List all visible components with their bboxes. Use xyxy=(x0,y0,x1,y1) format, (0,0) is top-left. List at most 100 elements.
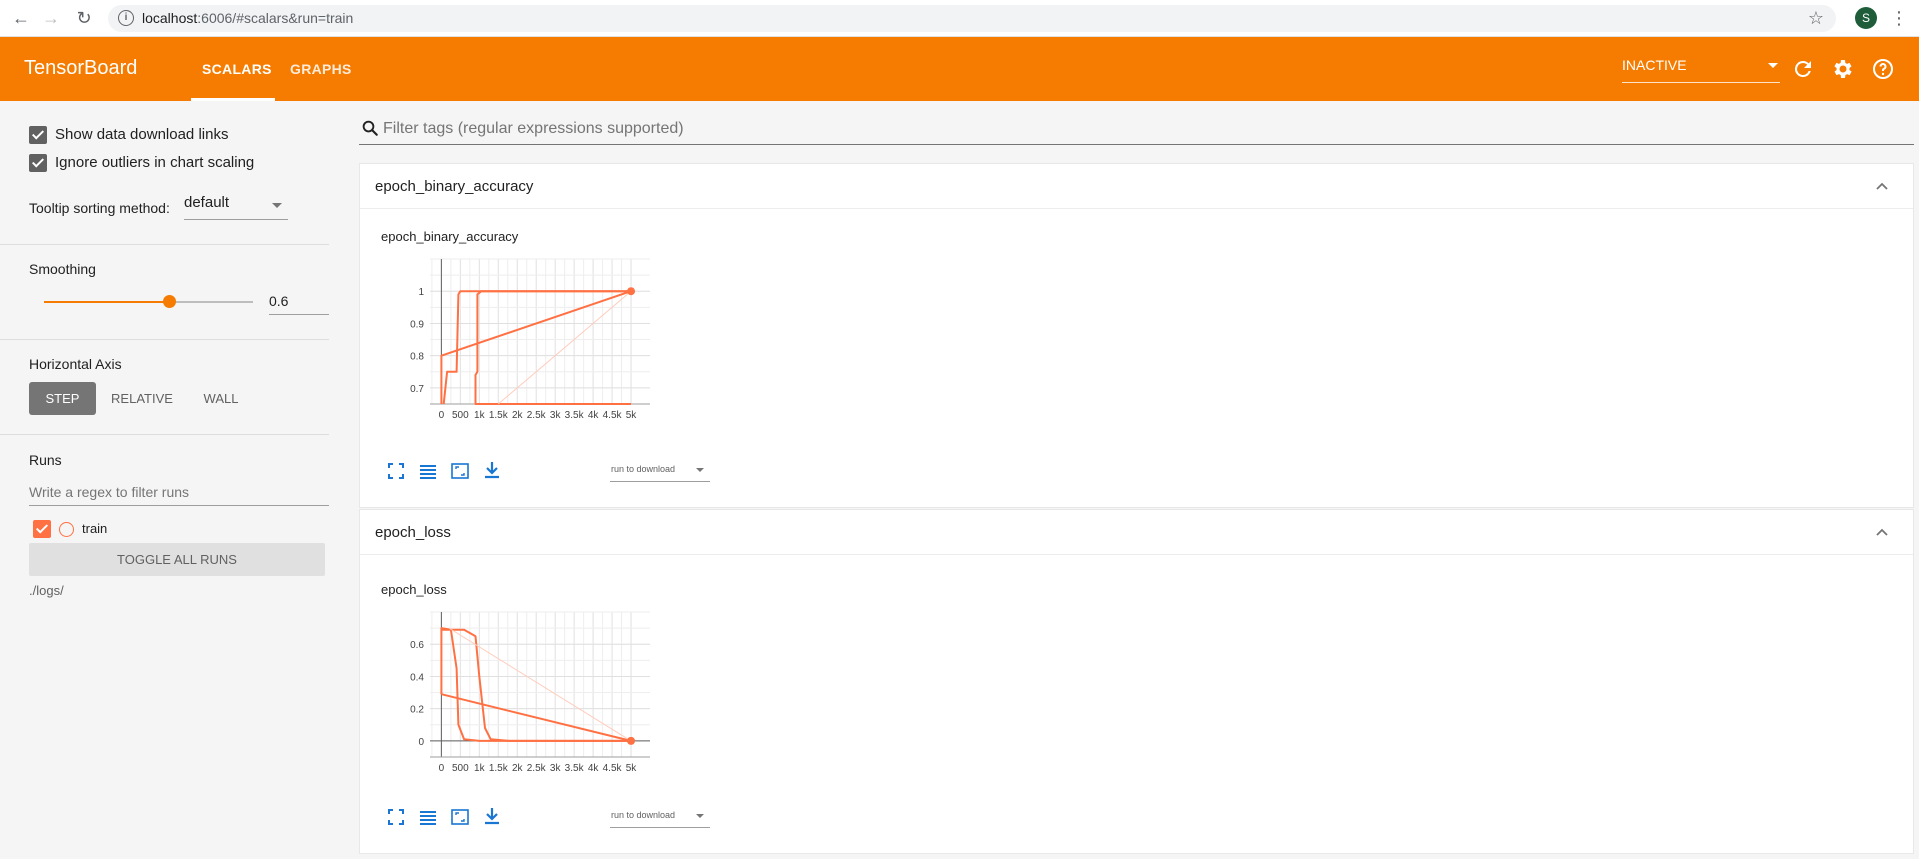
x-tick-label: 500 xyxy=(452,763,469,774)
divider xyxy=(0,244,329,245)
y-tick-label: 0.4 xyxy=(410,672,424,683)
info-icon[interactable]: i xyxy=(118,10,134,26)
x-tick-label: 3k xyxy=(550,410,562,421)
y-tick-label: 0.2 xyxy=(410,705,424,716)
smoothing-slider[interactable] xyxy=(44,295,253,308)
data-point[interactable] xyxy=(627,287,636,296)
x-tick-label: 2k xyxy=(512,763,524,774)
x-tick-label: 4.5k xyxy=(603,410,623,421)
x-tick-label: 5k xyxy=(626,763,638,774)
list-icon[interactable] xyxy=(419,808,437,826)
fullscreen-icon[interactable] xyxy=(387,462,405,480)
download-icon[interactable] xyxy=(483,807,501,825)
run-download-placeholder: run to download xyxy=(611,464,676,474)
slider-handle[interactable] xyxy=(163,295,177,308)
tab-scalars[interactable]: SCALARS xyxy=(202,61,272,77)
x-tick-label: 5k xyxy=(626,410,638,421)
run-color-icon[interactable] xyxy=(59,522,74,537)
card-title: epoch_loss xyxy=(375,524,451,541)
star-icon[interactable]: ☆ xyxy=(1808,8,1824,29)
tooltip-sort-label: Tooltip sorting method: xyxy=(29,200,170,216)
help-icon[interactable] xyxy=(1871,57,1895,81)
checkbox-label: Ignore outliers in chart scaling xyxy=(55,154,255,171)
x-tick-label: 2.5k xyxy=(527,410,547,421)
smoothing-title: Smoothing xyxy=(29,261,96,277)
chevron-down-icon xyxy=(696,814,704,818)
forward-icon[interactable]: → xyxy=(41,8,61,28)
tooltip-sort-select[interactable]: default xyxy=(184,194,288,220)
url-text: localhost:6006/#scalars&run=train xyxy=(142,10,354,26)
download-icon[interactable] xyxy=(483,461,501,479)
slider-fill xyxy=(44,301,170,303)
divider xyxy=(0,339,329,340)
x-tick-label: 3.5k xyxy=(565,763,585,774)
run-download-select[interactable]: run to download xyxy=(610,806,710,828)
checkbox-checked[interactable] xyxy=(29,154,47,172)
fit-domain-icon[interactable] xyxy=(451,462,469,480)
card-header[interactable]: epoch_binary_accuracy xyxy=(360,164,1913,209)
runs-filter-input[interactable]: Write a regex to filter runs xyxy=(29,482,329,506)
axis-wall-button[interactable]: WALL xyxy=(190,382,252,415)
smoothing-input[interactable]: 0.6 xyxy=(269,289,329,315)
fullscreen-icon[interactable] xyxy=(387,808,405,826)
data-point[interactable] xyxy=(627,736,636,745)
card-header[interactable]: epoch_loss xyxy=(360,510,1913,555)
browser-toolbar: ← → ↻ i localhost:6006/#scalars&run=trai… xyxy=(0,0,1919,37)
profile-avatar[interactable]: S xyxy=(1855,7,1877,29)
chart-title: epoch_binary_accuracy xyxy=(381,229,519,244)
fit-domain-icon[interactable] xyxy=(451,808,469,826)
tag-filter-input[interactable]: Filter tags (regular expressions support… xyxy=(383,120,684,138)
y-tick-label: 0.6 xyxy=(410,640,424,651)
chevron-up-icon[interactable] xyxy=(1875,526,1889,540)
x-tick-label: 1.5k xyxy=(489,410,509,421)
category-card: epoch_binary_accuracy epoch_binary_accur… xyxy=(359,163,1914,508)
checkbox-checked[interactable] xyxy=(29,126,47,144)
back-icon[interactable]: ← xyxy=(11,8,31,28)
x-tick-label: 1k xyxy=(474,763,486,774)
checkbox-label: Show data download links xyxy=(55,126,229,143)
run-label: train xyxy=(82,521,108,536)
axis-relative-button[interactable]: RELATIVE xyxy=(104,382,180,415)
line-chart[interactable]: 0 500 1k 1.5k 2k 2.5k 3k 3.5k 4k 4.5k 5k 0.7 0.8 0.9 1 xyxy=(360,249,720,449)
toggle-all-runs-button[interactable]: TOGGLE ALL RUNS xyxy=(29,543,325,576)
y-tick-label: 0 xyxy=(418,737,424,748)
chevron-down-icon xyxy=(1768,63,1778,68)
category-card: epoch_loss epoch_loss 0 500 1k 1.5k 2k 2.5k 3k… xyxy=(359,509,1914,854)
list-icon[interactable] xyxy=(419,462,437,480)
divider xyxy=(0,434,329,435)
x-tick-label: 500 xyxy=(452,410,469,421)
run-download-select[interactable]: run to download xyxy=(610,460,710,482)
chevron-up-icon[interactable] xyxy=(1875,180,1889,194)
reload-icon[interactable]: ↻ xyxy=(74,8,94,28)
card-title: epoch_binary_accuracy xyxy=(375,178,534,195)
address-bar[interactable]: i localhost:6006/#scalars&run=train ☆ xyxy=(108,5,1836,32)
logdir-label: ./logs/ xyxy=(29,583,64,598)
x-tick-label: 2k xyxy=(512,410,524,421)
x-tick-label: 1k xyxy=(474,410,486,421)
x-tick-label: 1.5k xyxy=(489,763,509,774)
x-tick-label: 0 xyxy=(439,763,445,774)
line-chart[interactable]: 0 500 1k 1.5k 2k 2.5k 3k 3.5k 4k 4.5k 5k 0 0.2 0.4 0.6 xyxy=(360,602,720,802)
x-tick-label: 3.5k xyxy=(565,410,585,421)
more-vert-icon[interactable]: ⋮ xyxy=(1890,7,1908,29)
tag-filter[interactable]: Filter tags (regular expressions support… xyxy=(359,116,1914,145)
run-checkbox[interactable] xyxy=(33,520,51,538)
x-tick-label: 4k xyxy=(588,763,600,774)
chevron-down-icon xyxy=(696,468,704,472)
tab-graphs[interactable]: GRAPHS xyxy=(290,61,352,77)
reload-status-select[interactable]: INACTIVE xyxy=(1622,57,1780,83)
refresh-icon[interactable] xyxy=(1791,57,1815,81)
y-tick-label: 0.8 xyxy=(410,352,424,363)
reload-status-value: INACTIVE xyxy=(1622,57,1687,73)
gear-icon[interactable] xyxy=(1831,57,1855,81)
chart-title: epoch_loss xyxy=(381,582,447,597)
axis-step-button[interactable]: STEP xyxy=(29,382,96,415)
sidebar: Show data download links Ignore outliers… xyxy=(0,101,341,859)
x-tick-label: 0 xyxy=(439,410,445,421)
y-tick-label: 1 xyxy=(418,287,424,298)
runs-title: Runs xyxy=(29,452,62,468)
x-tick-label: 3k xyxy=(550,763,562,774)
app-logo: TensorBoard xyxy=(24,57,138,79)
run-download-placeholder: run to download xyxy=(611,810,676,820)
series-line[interactable] xyxy=(448,627,632,742)
